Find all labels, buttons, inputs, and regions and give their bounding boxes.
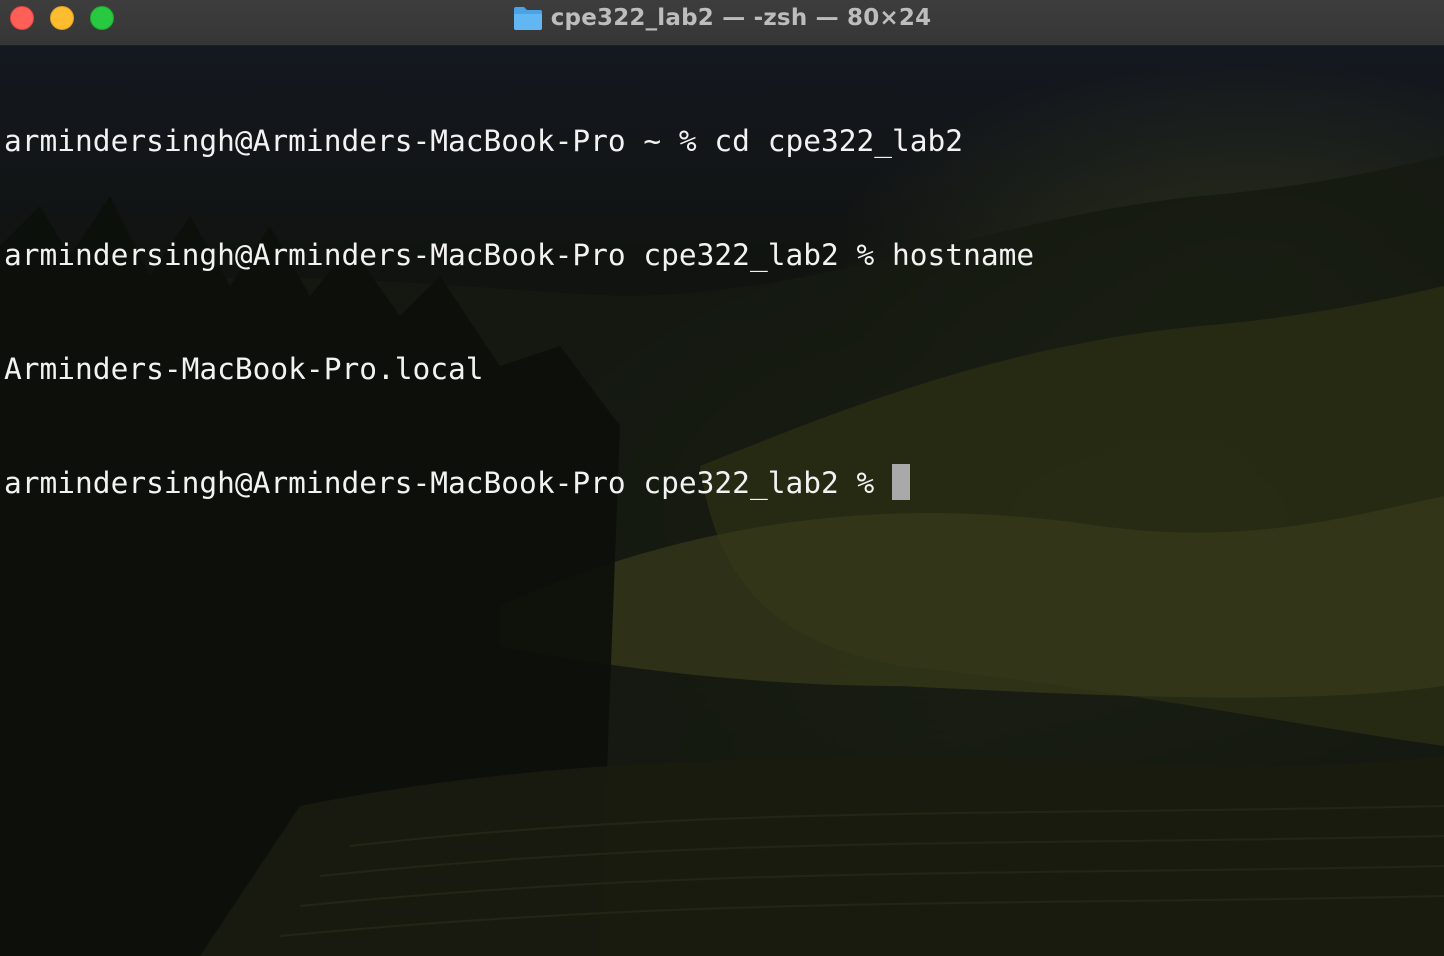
text-cursor: [892, 464, 911, 500]
window-title: cpe322_lab2 — -zsh — 80×24: [550, 5, 932, 31]
terminal-line: armindersingh@Arminders-MacBook-Pro cpe3…: [4, 238, 1035, 272]
folder-icon: [513, 5, 543, 31]
terminal-prompt-line[interactable]: armindersingh@Arminders-MacBook-Pro cpe3…: [4, 464, 1034, 502]
terminal-prompt: armindersingh@Arminders-MacBook-Pro cpe3…: [4, 466, 875, 500]
terminal-content[interactable]: armindersingh@Arminders-MacBook-Pro ~ % …: [0, 46, 1444, 956]
terminal-output: armindersingh@Arminders-MacBook-Pro ~ % …: [4, 46, 1034, 578]
terminal-line: Arminders-MacBook-Pro.local: [4, 352, 484, 386]
terminal-window: cpe322_lab2 — -zsh — 80×24 armindersingh…: [0, 0, 1444, 956]
window-title-group: cpe322_lab2 — -zsh — 80×24: [0, 0, 1444, 36]
terminal-line: armindersingh@Arminders-MacBook-Pro ~ % …: [4, 124, 964, 158]
title-bar[interactable]: cpe322_lab2 — -zsh — 80×24: [0, 0, 1444, 46]
